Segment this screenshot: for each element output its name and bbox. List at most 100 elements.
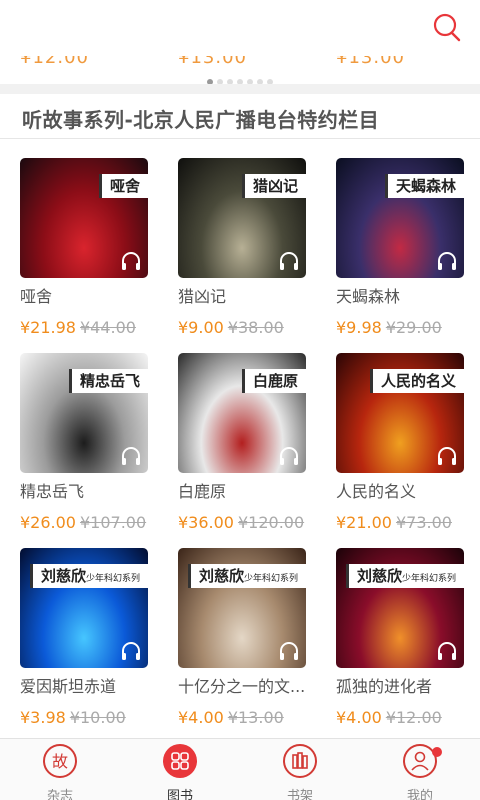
current-price: ¥3.98 [20,708,66,727]
price-row: ¥4.00 ¥13.00 [178,708,306,727]
headphones-icon [438,252,456,270]
book-card[interactable]: 猎凶记 猎凶记 ¥9.00 ¥38.00 [178,158,306,337]
current-price: ¥9.98 [336,318,382,337]
headphones-icon [122,252,140,270]
headphones-icon [438,642,456,660]
book-card[interactable]: 精忠岳飞 精忠岳飞 ¥26.00 ¥107.00 [20,353,148,532]
section-title: 听故事系列-北京人民广播电台特约栏目 [22,108,380,132]
headphones-icon [122,642,140,660]
bottom-tab-bar: 故杂志 图书 书架 我的 [0,738,480,800]
book-title: 哑舍 [20,287,53,306]
original-price: ¥44.00 [79,318,136,337]
headphones-icon [280,642,298,660]
cover-title-tag: 猎凶记 [241,174,306,198]
cover-title-tag: 白鹿原 [241,369,306,393]
search-icon [433,13,461,42]
price-row: ¥4.00 ¥12.00 [336,708,464,727]
cover-series-text: 少年科幻系列 [85,574,140,584]
price-row: ¥26.00 ¥107.00 [20,513,148,532]
book-cover[interactable]: 天蝎森林 [336,158,464,278]
cover-title-text: 天蝎森林 [395,177,456,195]
book-cover[interactable]: 刘慈欣少年科幻系列 [336,548,464,668]
books-grid-icon [163,744,197,778]
book-card[interactable]: 哑舍 哑舍 ¥21.98 ¥44.00 [20,158,148,337]
current-price: ¥4.00 [178,708,224,727]
book-title: 爱因斯坦赤道 [20,677,117,696]
current-price: ¥4.00 [336,708,382,727]
book-cover[interactable]: 白鹿原 [178,353,306,473]
current-price: ¥21.98 [20,318,76,337]
cover-title-text: 人民的名义 [380,372,456,390]
tab-bookshelf[interactable]: 书架 [240,743,360,800]
tab-label: 我的 [406,789,433,800]
book-title: 人民的名义 [336,482,417,501]
cover-series-text: 少年科幻系列 [401,574,456,584]
current-price: ¥36.00 [178,513,234,532]
cover-title-text: 刘慈欣 [40,567,86,585]
price-row: ¥36.00 ¥120.00 [178,513,306,532]
book-title: 猎凶记 [178,287,227,306]
divider [0,138,480,139]
cover-title-text: 猎凶记 [252,177,298,195]
cover-title-tag: 刘慈欣少年科幻系列 [187,564,306,588]
book-title: 天蝎森林 [336,287,401,306]
tab-label: 杂志 [46,789,73,800]
headphones-icon [280,447,298,465]
cover-title-text: 白鹿原 [252,372,298,390]
section-divider [0,84,480,94]
book-cover[interactable]: 人民的名义 [336,353,464,473]
original-price: ¥73.00 [395,513,452,532]
original-price: ¥38.00 [227,318,284,337]
cover-series-text: 少年科幻系列 [243,574,298,584]
price-row: ¥21.98 ¥44.00 [20,318,148,337]
book-title: 十亿分之一的文... [178,677,306,696]
book-card[interactable]: 白鹿原 白鹿原 ¥36.00 ¥120.00 [178,353,306,532]
search-button[interactable] [432,12,462,42]
svg-text:故: 故 [52,752,68,771]
original-price: ¥107.00 [79,513,147,532]
carousel-peek-price: ¥13.00 [336,56,405,68]
original-price: ¥13.00 [227,708,284,727]
cover-title-text: 精忠岳飞 [79,372,140,390]
cover-title-tag: 人民的名义 [369,369,464,393]
book-cover[interactable]: 刘慈欣少年科幻系列 [20,548,148,668]
carousel-peek-price: ¥12.00 [20,56,89,68]
notification-badge [432,747,442,757]
book-card[interactable]: 天蝎森林 天蝎森林 ¥9.98 ¥29.00 [336,158,464,337]
bookshelf-icon [283,744,317,778]
book-card[interactable]: 刘慈欣少年科幻系列十亿分之一的文... ¥4.00 ¥13.00 [178,548,306,727]
carousel-peek-price: ¥13.00 [178,56,247,68]
tab-label: 图书 [166,789,193,800]
cover-title-text: 哑舍 [109,177,140,195]
book-card[interactable]: 人民的名义 人民的名义 ¥21.00 ¥73.00 [336,353,464,532]
original-price: ¥10.00 [69,708,126,727]
book-cover[interactable]: 猎凶记 [178,158,306,278]
book-title: 孤独的进化者 [336,677,433,696]
cover-title-tag: 刘慈欣少年科幻系列 [345,564,464,588]
magazine-icon: 故 [43,744,77,778]
tab-magazine[interactable]: 故杂志 [0,743,120,800]
headphones-icon [438,447,456,465]
book-cover[interactable]: 哑舍 [20,158,148,278]
book-cover[interactable]: 刘慈欣少年科幻系列 [178,548,306,668]
headphones-icon [280,252,298,270]
book-cover[interactable]: 精忠岳飞 [20,353,148,473]
top-bar [0,0,480,56]
original-price: ¥12.00 [385,708,442,727]
headphones-icon [122,447,140,465]
current-price: ¥21.00 [336,513,392,532]
tab-books-grid[interactable]: 图书 [120,743,240,800]
cover-title-tag: 天蝎森林 [384,174,464,198]
tab-profile[interactable]: 我的 [360,743,480,800]
original-price: ¥120.00 [237,513,305,532]
tab-label: 书架 [286,789,313,800]
book-title: 白鹿原 [178,482,227,501]
cover-title-text: 刘慈欣 [198,567,244,585]
book-card[interactable]: 刘慈欣少年科幻系列爱因斯坦赤道 ¥3.98 ¥10.00 [20,548,148,727]
cover-title-tag: 哑舍 [98,174,148,198]
current-price: ¥9.00 [178,318,224,337]
book-card[interactable]: 刘慈欣少年科幻系列孤独的进化者 ¥4.00 ¥12.00 [336,548,464,727]
price-row: ¥9.98 ¥29.00 [336,318,464,337]
price-row: ¥21.00 ¥73.00 [336,513,464,532]
price-row: ¥3.98 ¥10.00 [20,708,148,727]
